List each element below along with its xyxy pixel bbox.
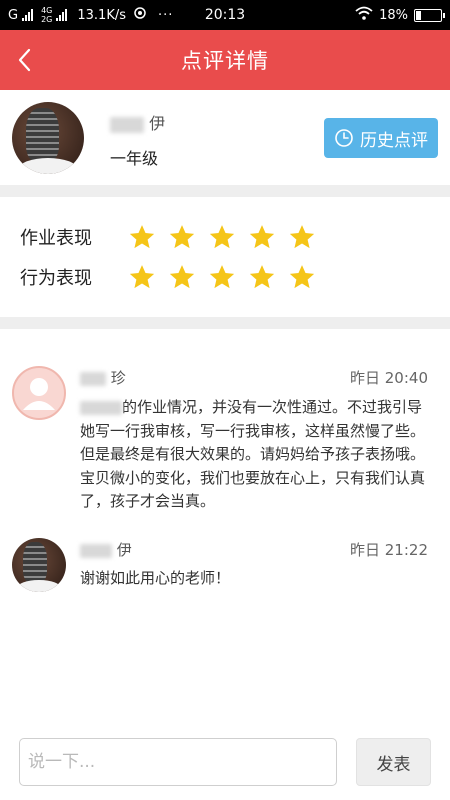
comment-text-content: 的作业情况，并没有一次性通过。不过我引导她写一行我审核，写一行我审核，这样虽然慢…	[80, 398, 426, 510]
signal-icon-2	[56, 9, 68, 21]
star-icon	[209, 225, 235, 249]
comment-text: 的作业情况，并没有一次性通过。不过我引导她写一行我审核，写一行我审核，这样虽然慢…	[80, 396, 432, 514]
star-icon	[169, 225, 195, 249]
commenter-name: 珍	[80, 367, 126, 388]
star-icon	[249, 225, 275, 249]
student-name-text: 伊	[149, 114, 166, 133]
star-icon	[129, 225, 155, 249]
name-redaction	[80, 543, 112, 558]
wifi-icon	[355, 6, 373, 24]
comment-time: 昨日 20:40	[350, 369, 428, 387]
star-icon	[169, 265, 195, 289]
comment-input-bar: 发表	[0, 730, 450, 800]
commenter-avatar	[12, 538, 66, 592]
comment-item: 珍 昨日 20:40 的作业情况，并没有一次性通过。不过我引导她写一行我审核，写…	[0, 330, 450, 510]
section-divider	[0, 317, 450, 329]
status-bar: G 4G 2G 13.1K/s ··· 20:13 18%	[0, 0, 450, 30]
clock-icon	[335, 129, 353, 147]
student-grade: 一年级	[110, 149, 159, 168]
signal-icon	[22, 9, 34, 21]
history-reviews-button[interactable]: 历史点评	[324, 118, 438, 158]
more-dots-icon: ···	[158, 7, 174, 23]
network-label-2: 2G	[41, 15, 53, 24]
battery-percent: 18%	[379, 7, 408, 23]
default-avatar	[12, 366, 66, 420]
app-header: 点评详情	[0, 30, 450, 90]
commenter-name: 伊	[80, 539, 132, 560]
battery-icon	[414, 8, 445, 22]
rating-label: 行为表现	[20, 268, 92, 289]
name-redaction	[110, 116, 144, 133]
comment-time: 昨日 21:22	[350, 541, 428, 559]
send-button[interactable]: 发表	[356, 738, 431, 786]
status-right: 18%	[355, 6, 445, 24]
comment-input[interactable]	[19, 738, 337, 786]
star-rating	[128, 223, 316, 251]
ratings-section: 作业表现 行为表现	[0, 197, 450, 317]
network-labels: 4G 2G	[41, 6, 52, 24]
history-button-label: 历史点评	[360, 130, 428, 151]
commenter-name-text: 珍	[110, 369, 126, 387]
student-name: 伊	[110, 110, 165, 134]
user-icon	[23, 378, 55, 410]
section-divider	[0, 185, 450, 197]
star-rating	[128, 263, 316, 291]
status-left: G 4G 2G 13.1K/s ···	[8, 6, 173, 24]
sync-icon	[134, 7, 146, 23]
comment-item: 伊 昨日 21:22 谢谢如此用心的老师！	[0, 530, 450, 610]
network-label: 4G	[41, 6, 53, 15]
text-redaction	[80, 400, 122, 415]
student-profile: 伊 一年级 历史点评	[0, 90, 450, 185]
commenter-name-text: 伊	[116, 541, 132, 559]
star-icon	[289, 265, 315, 289]
rating-row-behavior: 行为表现	[20, 259, 316, 295]
student-avatar	[12, 102, 84, 174]
star-icon	[249, 265, 275, 289]
net-speed: 13.1K/s	[77, 7, 126, 23]
carrier-label: G	[8, 7, 19, 23]
back-button[interactable]	[12, 44, 42, 76]
page-title: 点评详情	[181, 49, 269, 73]
rating-label: 作业表现	[20, 228, 92, 249]
chevron-left-icon	[18, 48, 31, 72]
battery-fill	[416, 10, 421, 20]
rating-row-homework: 作业表现	[20, 219, 316, 255]
star-icon	[129, 265, 155, 289]
star-icon	[209, 265, 235, 289]
name-redaction	[80, 371, 106, 386]
star-icon	[289, 225, 315, 249]
comment-text: 谢谢如此用心的老师！	[80, 569, 231, 587]
